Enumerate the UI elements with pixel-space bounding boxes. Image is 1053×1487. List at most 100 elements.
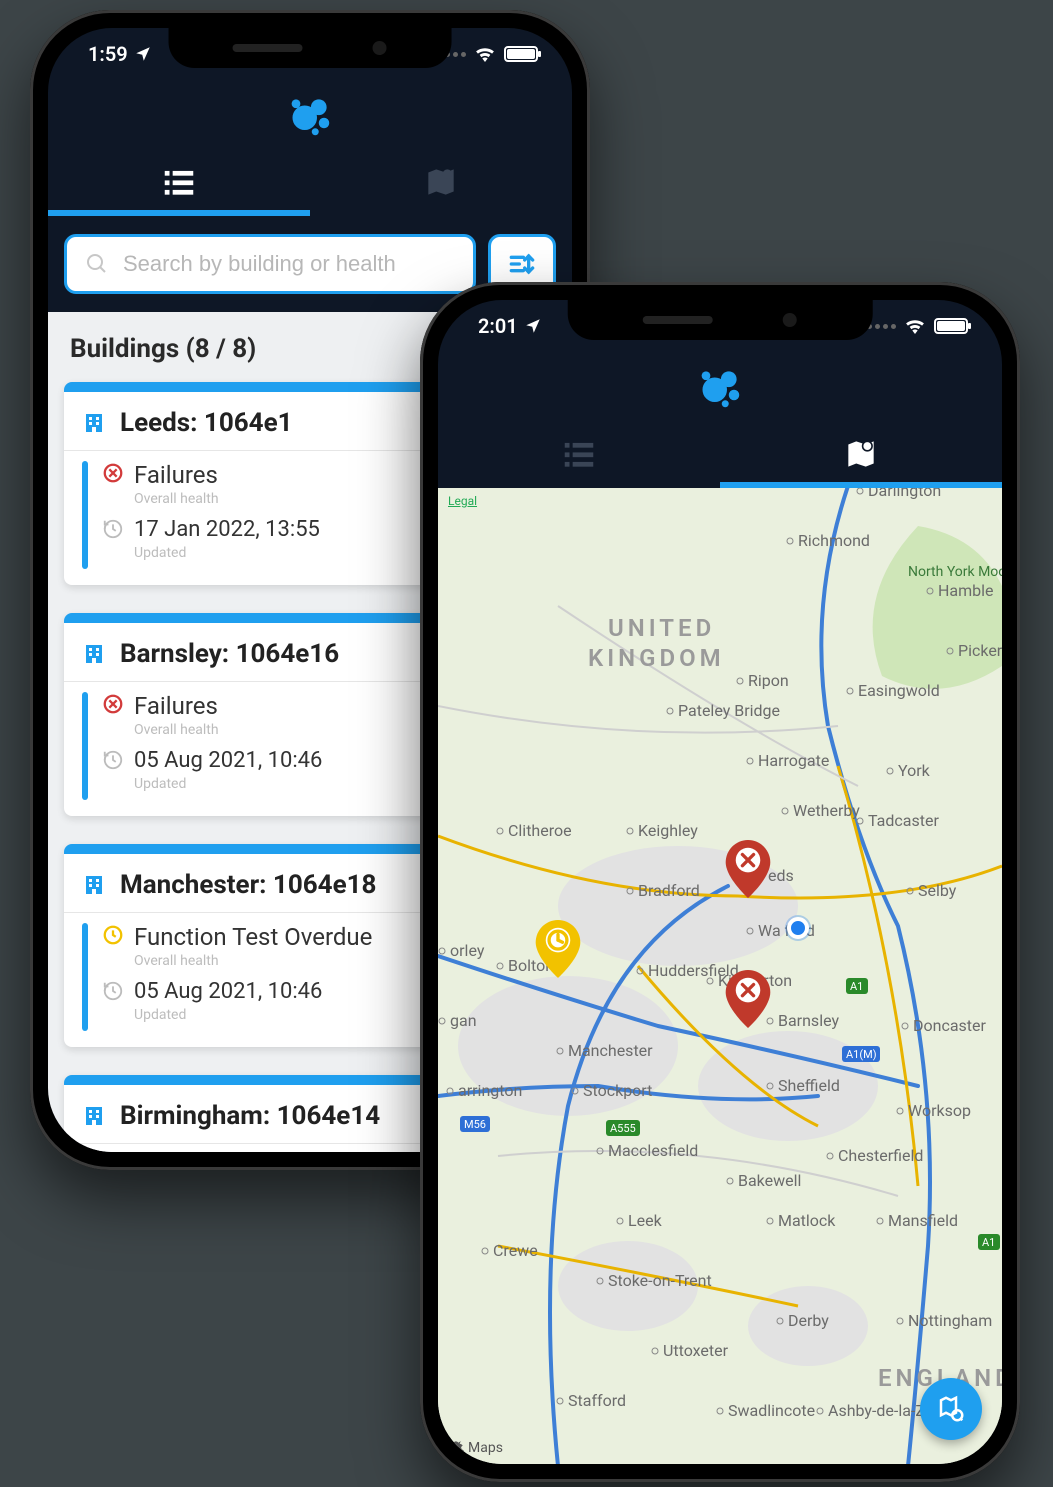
map-pin-icon xyxy=(842,435,880,473)
status-accent-bar xyxy=(82,923,88,1031)
list-icon xyxy=(160,163,198,201)
city-label: Worksop xyxy=(897,1101,971,1120)
road-shield: M56 xyxy=(460,1116,490,1132)
road-shield: A1(M) xyxy=(842,1046,880,1062)
svg-text:orley: orley xyxy=(450,941,485,960)
svg-text:Worksop: Worksop xyxy=(908,1101,971,1120)
updated-date: 05 Aug 2021, 10:46 xyxy=(134,979,322,1004)
city-label: Easingwold xyxy=(847,681,940,700)
sort-icon xyxy=(506,248,538,280)
fail-icon xyxy=(102,462,124,484)
city-label: Mansfield xyxy=(877,1211,958,1230)
updated-icon xyxy=(102,980,124,1002)
building-title: Leeds: 1064e1 xyxy=(120,408,293,438)
park-label: North York Moors National Pa xyxy=(908,564,1002,580)
location-arrow-icon xyxy=(524,317,542,335)
city-label: Pateley Bridge xyxy=(667,701,780,720)
app-header xyxy=(48,80,572,152)
svg-text:Bradford: Bradford xyxy=(638,881,700,900)
map-pin-failure[interactable] xyxy=(725,970,771,1028)
svg-text:Ripon: Ripon xyxy=(748,671,789,690)
updated-icon xyxy=(102,518,124,540)
city-label: Bradford xyxy=(627,881,700,900)
svg-text:Macclesfield: Macclesfield xyxy=(608,1141,698,1160)
map-legal-link[interactable]: Legal xyxy=(448,494,477,508)
map-canvas: UNITEDKINGDOM North York Moors National … xyxy=(438,488,1002,1464)
city-label: Keighley xyxy=(627,821,698,840)
city-label: Matlock xyxy=(767,1211,836,1230)
apple-logo-icon xyxy=(450,1440,464,1456)
svg-text:Tadcaster: Tadcaster xyxy=(868,811,939,830)
updated-date: 05 Aug 2021, 10:46 xyxy=(134,748,322,773)
svg-text:Doncaster: Doncaster xyxy=(913,1016,987,1035)
map-pin-warning[interactable] xyxy=(535,920,581,978)
svg-text:Mansfield: Mansfield xyxy=(888,1211,958,1230)
map-search-fab[interactable] xyxy=(920,1378,982,1440)
city-label: Tadcaster xyxy=(857,811,939,830)
phone-map-view: 2:01 xyxy=(420,282,1020,1482)
recent-apps-dots-icon xyxy=(867,324,896,329)
road-shield: A1 xyxy=(978,1234,1000,1250)
map-view[interactable]: Legal xyxy=(438,488,1002,1464)
city-label: Swadlincote xyxy=(717,1401,815,1420)
overdue-icon xyxy=(102,924,124,946)
wifi-icon xyxy=(474,46,496,62)
city-label: Clitheroe xyxy=(497,821,572,840)
map-pin-failure[interactable] xyxy=(725,840,771,898)
svg-text:gan: gan xyxy=(450,1011,477,1030)
status-text: Failures xyxy=(134,461,218,489)
building-icon xyxy=(82,411,106,435)
building-icon xyxy=(82,873,106,897)
building-title: Barnsley: 1064e16 xyxy=(120,639,339,669)
app-logo-icon xyxy=(692,360,748,416)
battery-icon xyxy=(504,46,538,62)
svg-text:Barnsley: Barnsley xyxy=(778,1011,839,1030)
svg-text:Nottingham: Nottingham xyxy=(908,1311,992,1330)
search-input-wrap[interactable] xyxy=(64,234,476,294)
search-icon xyxy=(85,252,109,276)
building-icon xyxy=(82,1104,106,1128)
svg-text:Leek: Leek xyxy=(628,1211,663,1230)
svg-text:Darlington: Darlington xyxy=(868,488,941,500)
svg-text:A1: A1 xyxy=(850,980,863,993)
city-label: Darlington xyxy=(857,488,941,500)
status-text: Function Test Overdue xyxy=(134,923,372,951)
city-label: Sheffield xyxy=(767,1076,840,1095)
svg-text:Manchester: Manchester xyxy=(568,1041,653,1060)
fail-icon xyxy=(102,693,124,715)
search-input[interactable] xyxy=(123,251,455,277)
view-tabs xyxy=(48,152,572,216)
updated-date: 17 Jan 2022, 13:55 xyxy=(134,517,320,542)
tab-list[interactable] xyxy=(48,152,310,212)
tab-list[interactable] xyxy=(438,424,720,484)
city-label: Barnsley xyxy=(767,1011,839,1030)
city-label: Richmond xyxy=(787,531,870,550)
svg-text:A1: A1 xyxy=(982,1236,995,1249)
city-label: Harrogate xyxy=(747,751,829,770)
svg-text:Swadlincote: Swadlincote xyxy=(728,1401,815,1420)
phone-notch xyxy=(169,28,452,68)
map-pin-icon xyxy=(422,163,460,201)
map-search-icon xyxy=(936,1394,966,1424)
city-label: Wetherby xyxy=(782,801,860,820)
phone-notch xyxy=(568,300,873,340)
svg-text:Stafford: Stafford xyxy=(568,1391,626,1410)
svg-text:Crewe: Crewe xyxy=(493,1241,538,1260)
svg-text:Sheffield: Sheffield xyxy=(778,1076,840,1095)
building-icon xyxy=(82,642,106,666)
svg-text:A555: A555 xyxy=(610,1122,636,1135)
status-time: 2:01 xyxy=(478,314,518,338)
tab-map[interactable] xyxy=(310,152,572,212)
status-text: Failures xyxy=(134,692,218,720)
road-shield: A555 xyxy=(606,1120,640,1136)
battery-icon xyxy=(934,318,968,334)
svg-text:Uttoxeter: Uttoxeter xyxy=(663,1341,729,1360)
svg-text:Chesterfield: Chesterfield xyxy=(838,1146,923,1165)
building-title: Manchester: 1064e18 xyxy=(120,870,376,900)
building-title: Birmingham: 1064e14 xyxy=(120,1101,380,1131)
svg-text:Easingwold: Easingwold xyxy=(858,681,940,700)
svg-text:eds: eds xyxy=(768,866,794,885)
tab-map[interactable] xyxy=(720,424,1002,484)
location-arrow-icon xyxy=(134,45,152,63)
svg-text:Hamble: Hamble xyxy=(938,581,994,600)
